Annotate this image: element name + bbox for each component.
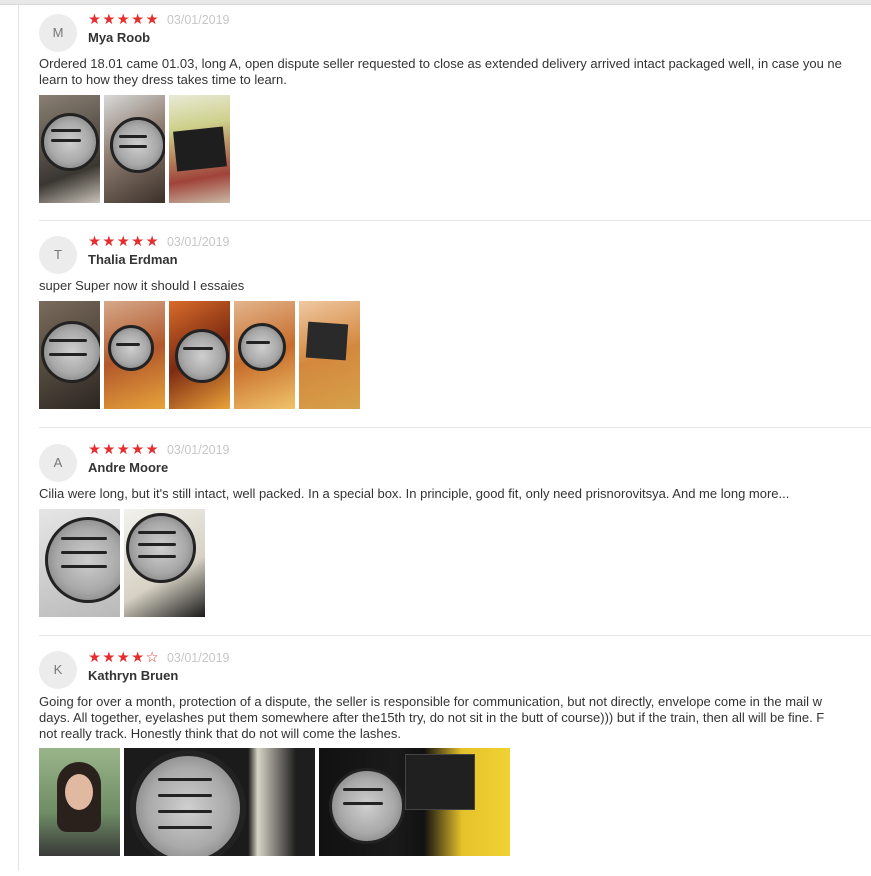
review-photos bbox=[39, 301, 360, 409]
star-rating: ★ ★ ★ ★ ★ 03/01/2019 bbox=[88, 442, 230, 458]
star-icon: ★ bbox=[131, 442, 145, 458]
avatar: M bbox=[39, 14, 77, 52]
product-box-photo[interactable] bbox=[299, 301, 360, 409]
star-icon: ★ bbox=[88, 12, 101, 28]
eyelash-case-photo[interactable] bbox=[39, 509, 120, 617]
product-box-photo[interactable] bbox=[319, 748, 510, 856]
star-icon: ★ bbox=[88, 234, 101, 250]
left-border bbox=[18, 5, 19, 871]
reviewer-name: Thalia Erdman bbox=[88, 252, 178, 267]
star-icon: ★ bbox=[88, 650, 101, 666]
review-text-line: days. All together, eyelashes put them s… bbox=[39, 710, 825, 725]
product-box-photo[interactable] bbox=[169, 95, 230, 203]
star-icon: ★ bbox=[131, 12, 145, 28]
review-text-line: not really track. Honestly think that do… bbox=[39, 726, 402, 741]
review-text-line: Going for over a month, protection of a … bbox=[39, 694, 823, 709]
star-icon: ★ bbox=[102, 442, 116, 458]
star-icon: ★ bbox=[131, 650, 145, 666]
review-item: K ★ ★ ★ ★ ☆ 03/01/2019 Kathryn Bruen Going f… bbox=[39, 636, 871, 876]
review-text: Going for over a month, protection of a … bbox=[39, 694, 871, 742]
star-icon: ★ bbox=[102, 650, 116, 666]
star-icon: ★ bbox=[116, 442, 130, 458]
eyelash-case-photo[interactable] bbox=[124, 748, 315, 856]
review-text: Cilia were long, but it's still intact, … bbox=[39, 486, 871, 502]
avatar: T bbox=[39, 236, 77, 274]
review-item: A ★ ★ ★ ★ ★ 03/01/2019 Andre Moore Cilia wer… bbox=[39, 428, 871, 636]
review-text-line: Ordered 18.01 came 01.03, long A, open d… bbox=[39, 56, 842, 71]
eyelash-case-photo[interactable] bbox=[124, 509, 205, 617]
avatar: K bbox=[39, 651, 77, 689]
review-date: 03/01/2019 bbox=[166, 651, 230, 665]
review-photos bbox=[39, 95, 230, 203]
reviewer-name: Andre Moore bbox=[88, 460, 169, 475]
star-icon: ★ bbox=[116, 12, 130, 28]
avatar: A bbox=[39, 444, 77, 482]
review-photos bbox=[39, 748, 510, 856]
star-icon: ★ bbox=[102, 234, 116, 250]
star-rating: ★ ★ ★ ★ ★ 03/01/2019 bbox=[88, 12, 230, 28]
star-icon: ★ bbox=[131, 234, 145, 250]
star-icon: ★ bbox=[145, 12, 159, 28]
review-list: M ★ ★ ★ ★ ★ 03/01/2019 Mya Roob Ordered 18.0… bbox=[39, 5, 871, 876]
star-outline-icon: ☆ bbox=[145, 650, 159, 666]
eyelash-case-photo[interactable] bbox=[234, 301, 295, 409]
eyelash-case-photo[interactable] bbox=[169, 301, 230, 409]
review-text: Ordered 18.01 came 01.03, long A, open d… bbox=[39, 56, 871, 88]
selfie-photo[interactable] bbox=[39, 748, 120, 856]
review-date: 03/01/2019 bbox=[166, 13, 230, 27]
star-icon: ★ bbox=[102, 12, 116, 28]
review-photos bbox=[39, 509, 205, 617]
review-date: 03/01/2019 bbox=[166, 443, 230, 457]
review-date: 03/01/2019 bbox=[166, 235, 230, 249]
star-icon: ★ bbox=[116, 234, 130, 250]
star-rating: ★ ★ ★ ★ ★ 03/01/2019 bbox=[88, 234, 230, 250]
eyelash-case-photo[interactable] bbox=[39, 301, 100, 409]
review-item: T ★ ★ ★ ★ ★ 03/01/2019 Thalia Erdman super S… bbox=[39, 221, 871, 428]
review-text-line: Cilia were long, but it's still intact, … bbox=[39, 486, 790, 501]
reviewer-name: Mya Roob bbox=[88, 30, 151, 45]
star-icon: ★ bbox=[145, 442, 159, 458]
eyelash-case-photo[interactable] bbox=[104, 301, 165, 409]
review-text: super Super now it should I essaies bbox=[39, 278, 871, 294]
star-icon: ★ bbox=[88, 442, 101, 458]
eyelash-case-photo[interactable] bbox=[39, 95, 100, 203]
star-icon: ★ bbox=[116, 650, 130, 666]
review-item: M ★ ★ ★ ★ ★ 03/01/2019 Mya Roob Ordered 18.0… bbox=[39, 5, 871, 221]
star-rating: ★ ★ ★ ★ ☆ 03/01/2019 bbox=[88, 650, 230, 666]
review-text-line: learn to how they dress takes time to le… bbox=[39, 72, 287, 87]
review-text-line: super Super now it should I essaies bbox=[39, 278, 245, 293]
eyelash-case-photo[interactable] bbox=[104, 95, 165, 203]
reviewer-name: Kathryn Bruen bbox=[88, 668, 179, 683]
star-icon: ★ bbox=[145, 234, 159, 250]
